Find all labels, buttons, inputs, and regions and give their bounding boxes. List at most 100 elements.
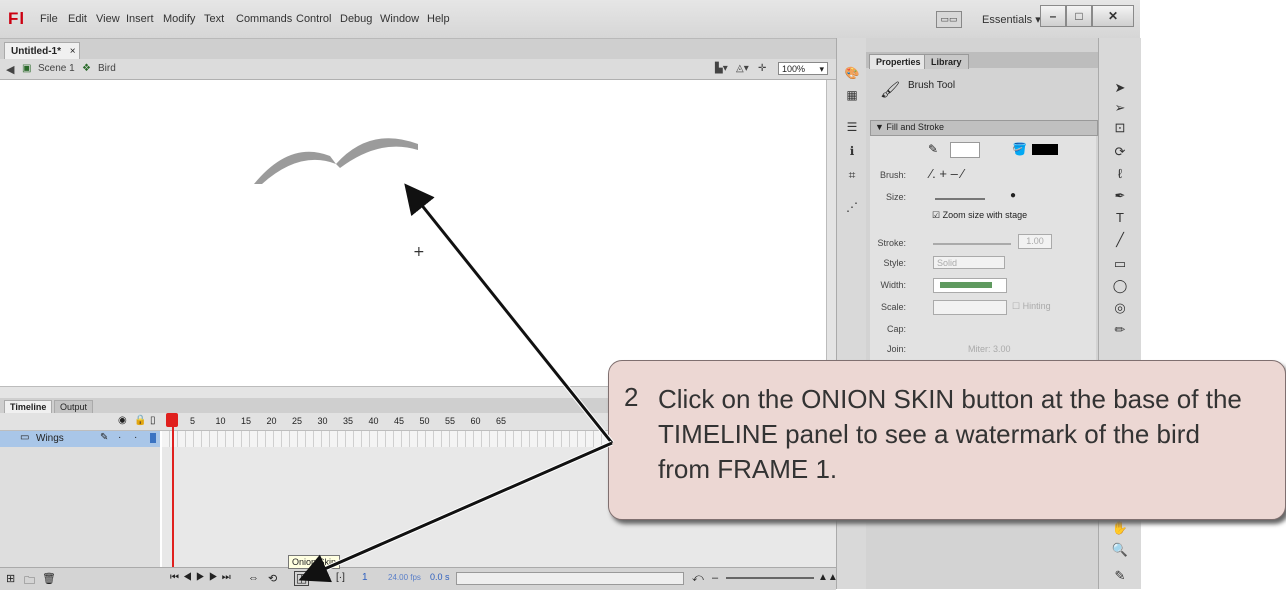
menu-window[interactable]: Window xyxy=(380,13,419,25)
cap-label: Cap: xyxy=(886,324,906,334)
menu-edit[interactable]: Edit xyxy=(68,13,87,25)
oval-tool-icon[interactable]: ◯ xyxy=(1110,278,1130,294)
swatches-panel-icon[interactable]: ▦ xyxy=(843,88,861,104)
pencil-icon: ✎ xyxy=(100,432,109,443)
return-icon[interactable]: ⤺ xyxy=(692,572,704,585)
bird-drawing[interactable]: + xyxy=(0,80,826,386)
stroke-color-swatch[interactable] xyxy=(950,142,980,158)
frame-number: 35 xyxy=(343,416,354,426)
menu-view[interactable]: View xyxy=(96,13,120,25)
maximize-button[interactable]: □ xyxy=(1066,5,1092,27)
layer-outline-swatch[interactable] xyxy=(150,433,156,443)
info-panel-icon[interactable]: ℹ xyxy=(843,144,861,160)
menu-debug[interactable]: Debug xyxy=(340,13,372,25)
zoom-icon[interactable]: 🔍 xyxy=(1110,542,1130,558)
playhead[interactable] xyxy=(172,413,174,567)
new-folder-icon[interactable]: 🗀 xyxy=(24,572,35,591)
hinting-checkbox[interactable]: ☐ Hinting xyxy=(1012,301,1051,312)
new-layer-icon[interactable]: ⊞ xyxy=(6,572,15,585)
scale-label: Scale: xyxy=(880,302,906,312)
rectangle-tool-icon[interactable]: ▭ xyxy=(1110,256,1130,272)
lasso-icon[interactable]: ℓ xyxy=(1110,166,1130,181)
minimize-button[interactable]: – xyxy=(1040,5,1066,27)
symbol-link[interactable]: Bird xyxy=(98,63,116,74)
workspace-layout-icon[interactable]: ▭▭ xyxy=(936,11,962,28)
stroke-value-field[interactable]: 1.00 xyxy=(1018,234,1052,249)
menu-bar: Fl File Edit View Insert Modify Text Com… xyxy=(0,0,1140,39)
center-stage-icon[interactable]: ✛ xyxy=(758,63,766,74)
stage[interactable]: + xyxy=(0,80,826,386)
onion-skin-icon[interactable]: ◫ xyxy=(294,571,309,586)
document-tab[interactable]: Untitled-1* × xyxy=(4,42,80,59)
layer-lock-dot[interactable]: · xyxy=(134,432,137,443)
playhead-handle[interactable] xyxy=(166,413,178,427)
width-select[interactable] xyxy=(933,278,1007,293)
layer-visibility-dot[interactable]: · xyxy=(118,432,121,443)
scene-link[interactable]: Scene 1 xyxy=(38,63,75,74)
selection-arrow-icon[interactable]: ➤ xyxy=(1110,80,1130,96)
width-label: Width: xyxy=(880,280,906,290)
delete-layer-icon[interactable]: 🗑 xyxy=(42,572,56,585)
edit-symbol-icon[interactable]: ◬▾ xyxy=(736,63,749,74)
playback-controls-icon[interactable]: ⏮◀▶▶⏭ xyxy=(170,572,235,583)
size-label: Size: xyxy=(885,192,906,202)
menu-control[interactable]: Control xyxy=(296,13,331,25)
back-arrow-icon[interactable]: ◀ xyxy=(6,63,14,76)
free-transform-icon[interactable]: ⊡ xyxy=(1110,120,1130,136)
fill-stroke-section-header[interactable]: ▼ Fill and Stroke xyxy=(870,120,1098,136)
layer-row[interactable]: ▭ Wings ✎ · · xyxy=(0,431,160,447)
size-slider[interactable] xyxy=(935,198,985,200)
menu-file[interactable]: File xyxy=(40,13,58,25)
tool-name: Brush Tool xyxy=(908,80,956,91)
zoom-size-checkbox[interactable]: ☑ Zoom size with stage xyxy=(932,210,1027,221)
tab-library[interactable]: Library xyxy=(924,54,969,69)
outline-icon[interactable]: ▯ xyxy=(150,415,156,426)
tab-timeline[interactable]: Timeline xyxy=(4,400,53,414)
hand-icon[interactable]: ✋ xyxy=(1110,520,1130,536)
menu-help[interactable]: Help xyxy=(427,13,450,25)
pencil-tool-icon[interactable]: ✏ xyxy=(1110,322,1130,338)
scale-select[interactable] xyxy=(933,300,1007,315)
edit-scene-icon[interactable]: ▙▾ xyxy=(715,63,728,74)
stroke-color-tool-icon[interactable]: ✎ xyxy=(1110,568,1130,584)
deco-tool-icon[interactable]: ◎ xyxy=(1110,300,1130,316)
paint-bucket-icon[interactable]: 🪣 xyxy=(1012,142,1027,156)
motion-presets-icon[interactable]: ⋰ xyxy=(843,200,861,216)
align-panel-icon[interactable]: ☰ xyxy=(843,120,861,136)
lock-icon[interactable]: 🔒 xyxy=(134,415,146,426)
fill-color-swatch[interactable] xyxy=(1032,144,1058,155)
menu-modify[interactable]: Modify xyxy=(163,13,195,25)
tab-output[interactable]: Output xyxy=(54,400,94,414)
stroke-slider[interactable] xyxy=(933,243,1011,245)
symbol-icon: ❖ xyxy=(82,63,91,74)
edit-multiple-frames-icon[interactable]: [·] xyxy=(336,572,345,583)
style-select[interactable]: Solid xyxy=(933,256,1005,269)
onion-skin-tooltip: Onion Skin xyxy=(288,555,341,569)
menu-insert[interactable]: Insert xyxy=(126,13,154,25)
zoom-slider-minus-icon[interactable]: – xyxy=(712,572,718,584)
layer-name[interactable]: Wings xyxy=(36,433,64,444)
close-tab-icon[interactable]: × xyxy=(70,46,76,57)
close-button[interactable]: ✕ xyxy=(1092,5,1134,27)
text-tool-icon[interactable]: T xyxy=(1110,210,1130,225)
menu-text[interactable]: Text xyxy=(204,13,224,25)
tab-properties[interactable]: Properties xyxy=(869,54,928,69)
pen-tool-icon[interactable]: ✒ xyxy=(1110,188,1130,204)
workspace-switcher[interactable]: Essentials ▾ xyxy=(982,13,1041,26)
instruction-text: Click on the ONION SKIN button at the ba… xyxy=(658,384,1242,484)
mountain-icon[interactable]: ▲▲ xyxy=(818,572,838,583)
loop-icon[interactable]: ⟲ xyxy=(268,572,277,585)
center-frame-icon[interactable]: ⇔ xyxy=(248,572,259,584)
menu-commands[interactable]: Commands xyxy=(236,13,292,25)
subselection-arrow-icon[interactable]: ➢ xyxy=(1110,100,1130,116)
3d-rotation-icon[interactable]: ⟳ xyxy=(1110,144,1130,160)
line-tool-icon[interactable]: ╱ xyxy=(1110,232,1130,248)
brush-options-icon[interactable]: ⁄. + – ⁄ xyxy=(930,166,964,181)
timeline-zoom-slider[interactable] xyxy=(726,577,814,579)
eye-icon[interactable]: ◉ xyxy=(118,415,127,426)
timeline-horizontal-scrollbar[interactable] xyxy=(456,572,684,585)
step-number: 2 xyxy=(624,382,639,412)
color-panel-icon[interactable]: 🎨 xyxy=(843,66,861,82)
stroke-color-pencil-icon[interactable]: ✎ xyxy=(928,142,938,156)
zoom-select[interactable]: 100% ▾ xyxy=(778,62,828,75)
